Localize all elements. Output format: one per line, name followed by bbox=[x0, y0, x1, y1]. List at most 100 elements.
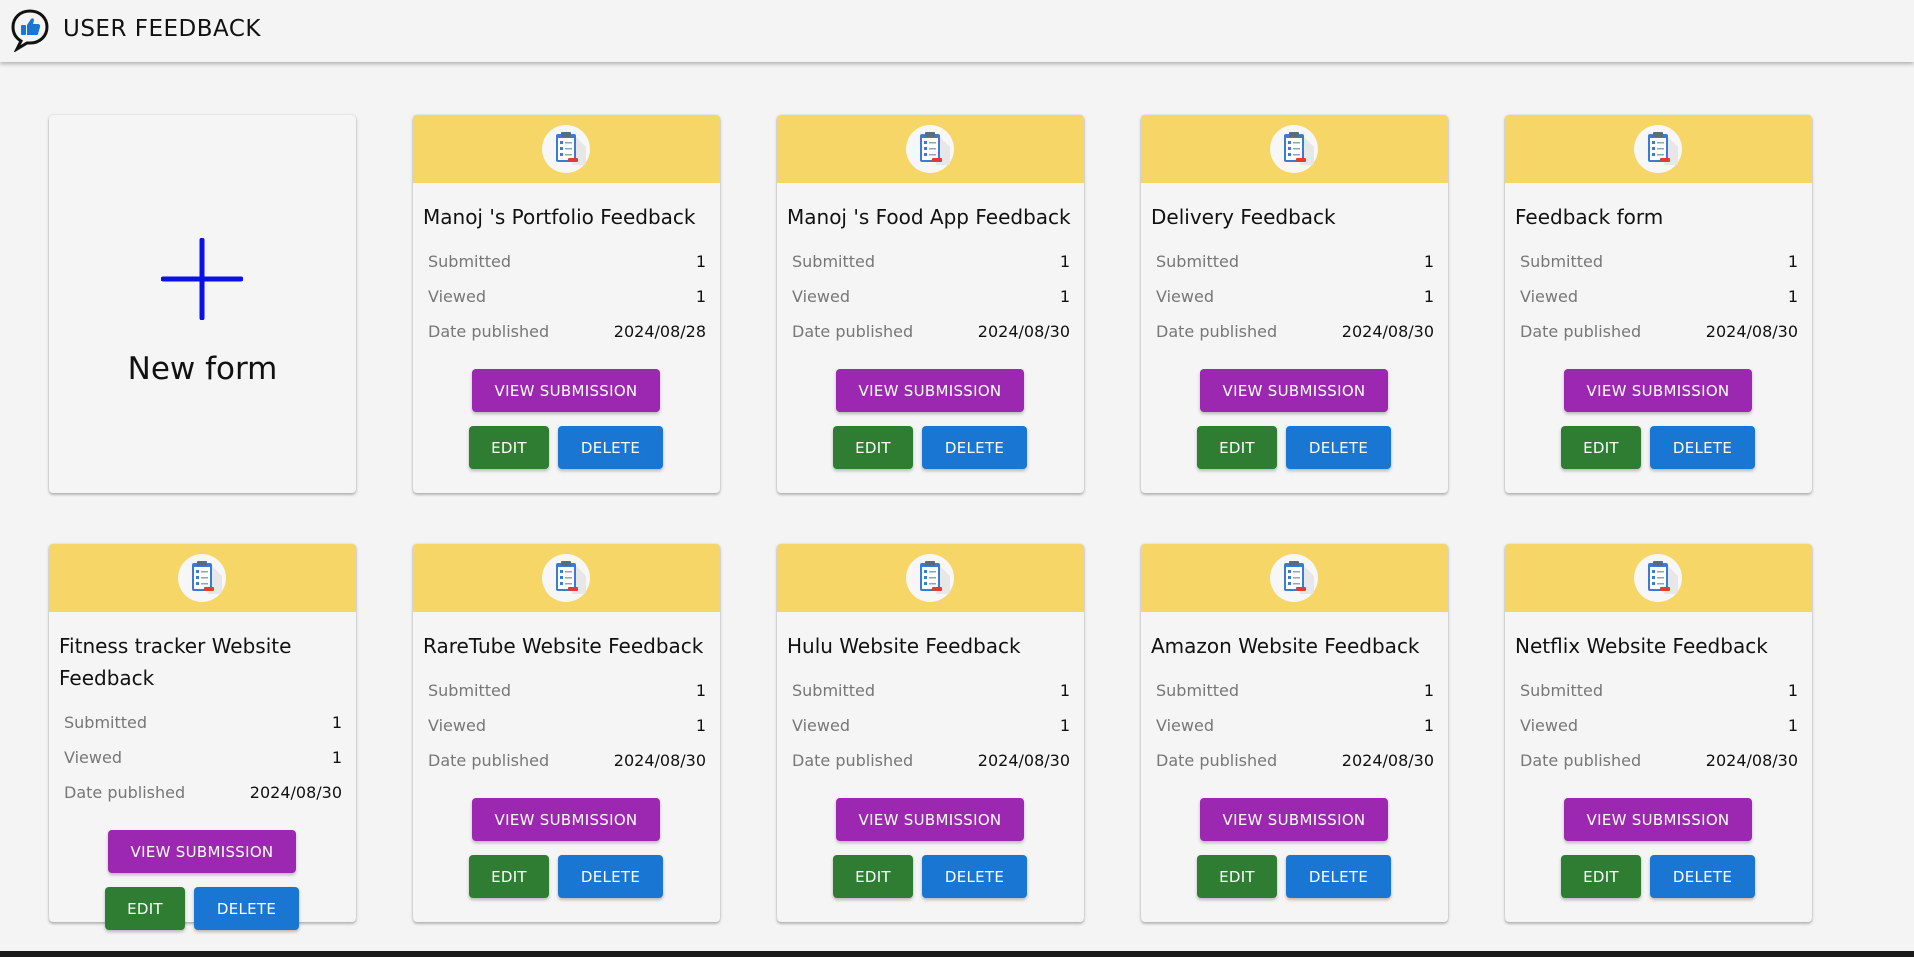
edit-button[interactable]: EDIT bbox=[1197, 855, 1277, 898]
edit-button[interactable]: EDIT bbox=[833, 426, 913, 469]
delete-button[interactable]: DELETE bbox=[558, 855, 663, 898]
bottom-edge bbox=[0, 951, 1914, 957]
stat-row-viewed: Viewed 1 bbox=[1520, 279, 1798, 314]
form-stats: Submitted 1 Viewed 1 Date published 2024… bbox=[792, 673, 1070, 778]
submitted-value: 1 bbox=[331, 713, 342, 732]
delete-button[interactable]: DELETE bbox=[922, 855, 1027, 898]
viewed-value: 1 bbox=[695, 287, 706, 306]
delete-button[interactable]: DELETE bbox=[922, 426, 1027, 469]
delete-button[interactable]: DELETE bbox=[1650, 855, 1755, 898]
date-published-label: Date published bbox=[64, 783, 186, 802]
form-stats: Submitted 1 Viewed 1 Date published 2024… bbox=[1520, 673, 1798, 778]
stat-row-date-published: Date published 2024/08/30 bbox=[792, 743, 1070, 778]
edit-button[interactable]: EDIT bbox=[1561, 855, 1641, 898]
submitted-label: Submitted bbox=[64, 713, 148, 732]
app-bar: USER FEEDBACK bbox=[0, 0, 1914, 62]
stat-row-viewed: Viewed 1 bbox=[1520, 708, 1798, 743]
thumbs-up-chat-icon[interactable] bbox=[10, 8, 50, 53]
submitted-value: 1 bbox=[1059, 681, 1070, 700]
card-header bbox=[413, 115, 720, 183]
edit-button[interactable]: EDIT bbox=[469, 426, 549, 469]
delete-button[interactable]: DELETE bbox=[1286, 855, 1391, 898]
date-published-value: 2024/08/30 bbox=[977, 751, 1070, 770]
form-card: Delivery Feedback Submitted 1 Viewed 1 D… bbox=[1141, 115, 1448, 493]
delete-button[interactable]: DELETE bbox=[558, 426, 663, 469]
stat-row-submitted: Submitted 1 bbox=[1520, 244, 1798, 279]
delete-button[interactable]: DELETE bbox=[1650, 426, 1755, 469]
clipboard-form-icon bbox=[1634, 125, 1682, 173]
date-published-label: Date published bbox=[1520, 751, 1642, 770]
submitted-value: 1 bbox=[1423, 252, 1434, 271]
stat-row-submitted: Submitted 1 bbox=[792, 673, 1070, 708]
form-title: Manoj 's Food App Feedback bbox=[787, 205, 1071, 229]
form-title: Feedback form bbox=[1515, 205, 1664, 229]
card-header bbox=[777, 544, 1084, 612]
submitted-value: 1 bbox=[1787, 252, 1798, 271]
date-published-value: 2024/08/30 bbox=[1341, 322, 1434, 341]
edit-button[interactable]: EDIT bbox=[1561, 426, 1641, 469]
viewed-label: Viewed bbox=[428, 716, 486, 735]
form-stats: Submitted 1 Viewed 1 Date published 2024… bbox=[1156, 244, 1434, 349]
view-submission-button[interactable]: VIEW SUBMISSION bbox=[472, 798, 660, 841]
submitted-label: Submitted bbox=[1156, 681, 1240, 700]
submitted-label: Submitted bbox=[1156, 252, 1240, 271]
form-card: RareTube Website Feedback Submitted 1 Vi… bbox=[413, 544, 720, 922]
stat-row-viewed: Viewed 1 bbox=[428, 279, 706, 314]
view-submission-button[interactable]: VIEW SUBMISSION bbox=[1564, 798, 1752, 841]
stat-row-viewed: Viewed 1 bbox=[428, 708, 706, 743]
date-published-label: Date published bbox=[428, 751, 550, 770]
clipboard-form-icon bbox=[1270, 554, 1318, 602]
viewed-label: Viewed bbox=[428, 287, 486, 306]
edit-button[interactable]: EDIT bbox=[105, 887, 185, 930]
new-form-card[interactable]: New form bbox=[49, 115, 356, 493]
stat-row-submitted: Submitted 1 bbox=[64, 705, 342, 740]
delete-button[interactable]: DELETE bbox=[1286, 426, 1391, 469]
view-submission-button[interactable]: VIEW SUBMISSION bbox=[1200, 798, 1388, 841]
stat-row-submitted: Submitted 1 bbox=[1520, 673, 1798, 708]
card-header bbox=[1141, 115, 1448, 183]
form-stats: Submitted 1 Viewed 1 Date published 2024… bbox=[428, 244, 706, 349]
view-submission-button[interactable]: VIEW SUBMISSION bbox=[472, 369, 660, 412]
delete-button[interactable]: DELETE bbox=[194, 887, 299, 930]
form-title: Hulu Website Feedback bbox=[787, 634, 1021, 658]
form-title: Fitness tracker Website Feedback bbox=[59, 634, 292, 690]
view-submission-button[interactable]: VIEW SUBMISSION bbox=[108, 830, 296, 873]
submitted-value: 1 bbox=[1423, 681, 1434, 700]
card-header bbox=[413, 544, 720, 612]
edit-button[interactable]: EDIT bbox=[833, 855, 913, 898]
stat-row-submitted: Submitted 1 bbox=[428, 673, 706, 708]
viewed-value: 1 bbox=[1423, 287, 1434, 306]
view-submission-button[interactable]: VIEW SUBMISSION bbox=[1564, 369, 1752, 412]
form-title: Delivery Feedback bbox=[1151, 205, 1336, 229]
clipboard-form-icon bbox=[542, 554, 590, 602]
app-title: USER FEEDBACK bbox=[63, 16, 262, 42]
date-published-label: Date published bbox=[428, 322, 550, 341]
view-submission-button[interactable]: VIEW SUBMISSION bbox=[1200, 369, 1388, 412]
edit-button[interactable]: EDIT bbox=[469, 855, 549, 898]
viewed-label: Viewed bbox=[792, 287, 850, 306]
form-stats: Submitted 1 Viewed 1 Date published 2024… bbox=[1156, 673, 1434, 778]
form-card: Amazon Website Feedback Submitted 1 View… bbox=[1141, 544, 1448, 922]
submitted-label: Submitted bbox=[792, 681, 876, 700]
stat-row-date-published: Date published 2024/08/30 bbox=[1156, 743, 1434, 778]
view-submission-button[interactable]: VIEW SUBMISSION bbox=[836, 369, 1024, 412]
submitted-label: Submitted bbox=[792, 252, 876, 271]
stat-row-viewed: Viewed 1 bbox=[792, 708, 1070, 743]
viewed-label: Viewed bbox=[1156, 716, 1214, 735]
stat-row-date-published: Date published 2024/08/30 bbox=[792, 314, 1070, 349]
form-stats: Submitted 1 Viewed 1 Date published 2024… bbox=[1520, 244, 1798, 349]
new-form-label: New form bbox=[127, 351, 278, 387]
form-card: Feedback form Submitted 1 Viewed 1 Date … bbox=[1505, 115, 1812, 493]
view-submission-button[interactable]: VIEW SUBMISSION bbox=[836, 798, 1024, 841]
clipboard-form-icon bbox=[906, 554, 954, 602]
form-stats: Submitted 1 Viewed 1 Date published 2024… bbox=[792, 244, 1070, 349]
stat-row-date-published: Date published 2024/08/30 bbox=[64, 775, 342, 810]
date-published-value: 2024/08/30 bbox=[1341, 751, 1434, 770]
edit-button[interactable]: EDIT bbox=[1197, 426, 1277, 469]
stat-row-submitted: Submitted 1 bbox=[428, 244, 706, 279]
viewed-label: Viewed bbox=[1520, 287, 1578, 306]
date-published-value: 2024/08/30 bbox=[1705, 322, 1798, 341]
submitted-label: Submitted bbox=[1520, 681, 1604, 700]
stat-row-viewed: Viewed 1 bbox=[792, 279, 1070, 314]
date-published-value: 2024/08/30 bbox=[249, 783, 342, 802]
